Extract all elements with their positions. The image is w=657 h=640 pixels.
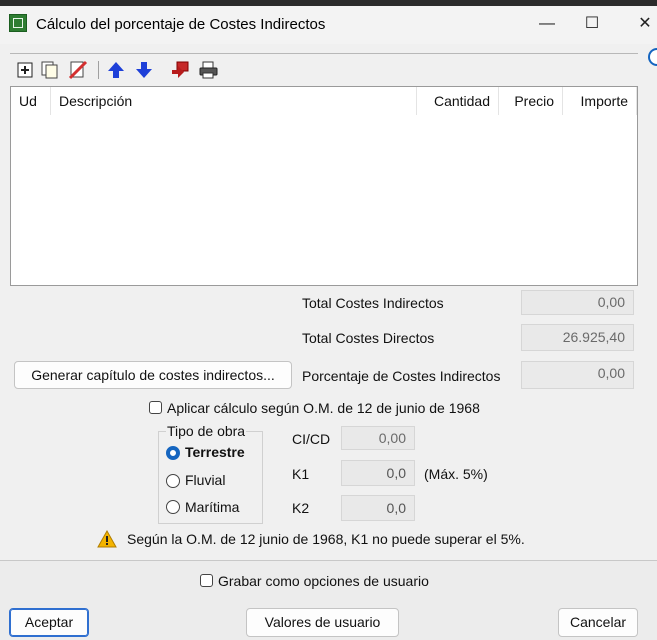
toolbar-separator (10, 53, 638, 54)
close-button[interactable]: ✕ (633, 12, 657, 36)
move-up-icon[interactable] (106, 60, 126, 80)
background-window-edge (648, 48, 657, 66)
column-header-ud[interactable]: Ud (11, 87, 51, 115)
tipo-obra-legend: Tipo de obra (166, 423, 247, 439)
items-grid[interactable]: Ud Descripción Cantidad Precio Importe (10, 86, 638, 286)
import-icon[interactable] (170, 60, 190, 80)
k2-label: K2 (292, 500, 310, 516)
column-header-descripcion[interactable]: Descripción (51, 87, 417, 115)
radio-terrestre-label: Terrestre (185, 444, 245, 460)
total-indirect-field: 0,00 (521, 290, 634, 315)
warning-message: Según la O.M. de 12 junio de 1968, K1 no… (127, 531, 525, 547)
k2-field[interactable]: 0,0 (341, 495, 415, 521)
radio-fluvial-label: Fluvial (185, 472, 226, 488)
accept-button[interactable]: Aceptar (9, 608, 89, 637)
total-indirect-label: Total Costes Indirectos (302, 295, 444, 311)
total-direct-field: 26.925,40 (521, 324, 634, 351)
k1-field[interactable]: 0,0 (341, 460, 415, 486)
radio-fluvial[interactable] (166, 474, 180, 488)
app-icon (9, 14, 27, 32)
maximize-button[interactable]: ☐ (580, 12, 604, 36)
apply-om-checkbox[interactable] (149, 401, 162, 414)
add-row-icon[interactable] (16, 60, 36, 80)
k1-label: K1 (292, 466, 310, 482)
apply-om-label: Aplicar cálculo según O.M. de 12 de juni… (167, 400, 480, 416)
window-title: Cálculo del porcentaje de Costes Indirec… (36, 16, 326, 33)
ci-cd-label: CI/CD (292, 431, 331, 447)
radio-maritima-label: Marítima (185, 499, 240, 515)
column-header-cantidad[interactable]: Cantidad (417, 87, 499, 115)
minimize-button[interactable]: — (535, 12, 559, 36)
toolbar-divider (98, 61, 99, 79)
ci-cd-field: 0,00 (341, 426, 415, 450)
print-icon[interactable] (198, 60, 218, 80)
copy-icon[interactable] (40, 60, 60, 80)
generate-chapter-button[interactable]: Generar capítulo de costes indirectos... (14, 361, 292, 389)
save-user-options-label: Grabar como opciones de usuario (218, 573, 429, 589)
save-user-options-checkbox[interactable] (200, 574, 213, 587)
total-direct-label: Total Costes Directos (302, 330, 435, 346)
radio-terrestre[interactable] (166, 446, 180, 460)
column-header-precio[interactable]: Precio (499, 87, 563, 115)
cancel-button[interactable]: Cancelar (558, 608, 638, 637)
indirect-percentage-label: Porcentaje de Costes Indirectos (302, 368, 501, 384)
radio-maritima[interactable] (166, 500, 180, 514)
move-down-icon[interactable] (134, 60, 154, 80)
warning-icon (97, 529, 117, 548)
k1-max-hint: (Máx. 5%) (424, 466, 488, 482)
column-header-importe[interactable]: Importe (563, 87, 637, 115)
delete-icon[interactable] (68, 60, 88, 80)
indirect-percentage-field: 0,00 (521, 361, 634, 389)
user-values-button[interactable]: Valores de usuario (246, 608, 399, 637)
